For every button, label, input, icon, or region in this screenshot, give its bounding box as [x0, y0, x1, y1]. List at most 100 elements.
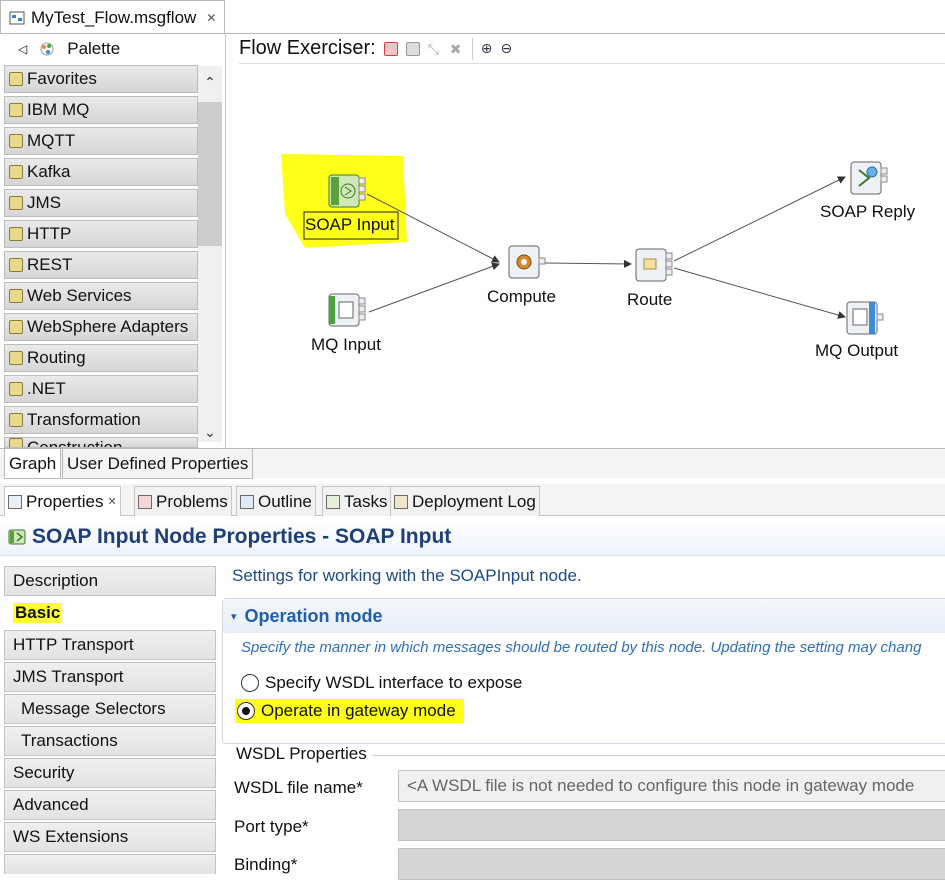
palette-label: Palette: [67, 39, 121, 58]
zoom-in-icon[interactable]: ⊕: [481, 40, 493, 57]
mq-input-node-icon: [328, 293, 366, 327]
toolbar-separator: [471, 37, 473, 60]
flow-diagram: [281, 154, 888, 335]
drawer-http[interactable]: HTTP: [4, 220, 198, 248]
nav-label: WS Extensions: [13, 827, 129, 846]
folder-icon: [9, 134, 23, 148]
drawer-label: HTTP: [27, 224, 72, 243]
binding-field[interactable]: [398, 848, 945, 880]
drawer-rest[interactable]: REST: [4, 251, 198, 279]
drawer-mqtt[interactable]: MQTT: [4, 127, 198, 155]
scroll-down-icon[interactable]: ⌄: [202, 424, 218, 440]
folder-icon: [9, 351, 23, 365]
drawer-jms[interactable]: JMS: [4, 189, 198, 217]
editor-bottom-tabs: Graph User Defined Properties: [0, 448, 945, 479]
tab-outline[interactable]: Outline: [236, 486, 316, 516]
drawer-label: IBM MQ: [27, 100, 90, 119]
flow-exerciser-toolbar: Flow Exerciser: ⤡ ✖ ⊕ ⊖: [239, 34, 945, 64]
tab-problems[interactable]: Problems: [134, 486, 232, 516]
drawer-kafka[interactable]: Kafka: [4, 158, 198, 186]
radio-gateway-mode[interactable]: Operate in gateway mode: [235, 699, 464, 723]
close-icon[interactable]: ✕: [206, 11, 216, 25]
soap-input-node-icon: [8, 529, 26, 544]
tab-user-defined-properties[interactable]: User Defined Properties: [62, 449, 254, 479]
drawer-dotnet[interactable]: .NET: [4, 375, 198, 403]
properties-title: SOAP Input Node Properties - SOAP Input: [0, 518, 945, 556]
wsdl-file-placeholder: <A WSDL file is not needed to configure …: [407, 776, 915, 795]
close-icon[interactable]: ✕: [107, 495, 116, 508]
tab-tasks[interactable]: Tasks: [322, 486, 392, 516]
folder-icon: [9, 320, 23, 334]
zoom-out-icon[interactable]: ⊖: [500, 40, 512, 57]
nav-message-selectors[interactable]: Message Selectors: [4, 694, 216, 724]
chevron-down-icon[interactable]: ▾: [231, 610, 237, 623]
radio-label: Operate in gateway mode: [261, 701, 456, 720]
route-node-label[interactable]: Route: [627, 290, 672, 310]
problems-icon: [138, 494, 152, 509]
nav-transactions[interactable]: Transactions: [4, 726, 216, 756]
operation-mode-header[interactable]: ▾ Operation mode: [223, 599, 945, 633]
operation-mode-heading: Operation mode: [244, 605, 383, 626]
scroll-thumb[interactable]: [198, 102, 222, 246]
compute-node-label[interactable]: Compute: [487, 287, 556, 307]
drawer-label: REST: [27, 255, 73, 274]
port-type-field[interactable]: [398, 809, 945, 841]
radio-label: Specify WSDL interface to expose: [265, 673, 523, 692]
drawer-label: Routing: [27, 348, 86, 367]
editor-tab[interactable]: MyTest_Flow.msgflow ✕: [0, 0, 225, 34]
drawer-ibm-mq[interactable]: IBM MQ: [4, 96, 198, 124]
radio-button[interactable]: [241, 674, 259, 692]
operation-mode-section: ▾ Operation mode Specify the manner in w…: [222, 598, 945, 744]
send-message-icon[interactable]: ⤡: [428, 42, 442, 56]
properties-body: Settings for working with the SOAPInput …: [218, 556, 945, 880]
folder-icon: [9, 413, 23, 427]
folder-icon: [9, 258, 23, 272]
drawer-routing[interactable]: Routing: [4, 344, 198, 372]
nav-label: Basic: [13, 603, 63, 623]
operation-mode-hint: Specify the manner in which messages sho…: [241, 639, 922, 656]
drawer-transformation[interactable]: Transformation: [4, 406, 198, 434]
compute-node-icon: [508, 245, 546, 279]
folder-icon: [9, 165, 23, 179]
palette-scrollbar[interactable]: ⌃ ⌄: [198, 66, 222, 442]
group-divider: [372, 755, 945, 756]
tab-graph[interactable]: Graph: [4, 449, 62, 479]
palette: ◁ Palette Favorites IBM MQ MQTT Kafka JM…: [0, 34, 226, 448]
nav-ws-extensions[interactable]: WS Extensions: [4, 822, 216, 852]
record-icon[interactable]: [383, 41, 398, 56]
collapse-arrow-icon[interactable]: ◁: [18, 42, 27, 56]
nav-label: Security: [13, 763, 75, 782]
folder-icon: [9, 227, 23, 241]
radio-specify-wsdl[interactable]: Specify WSDL interface to expose: [241, 673, 522, 693]
nav-basic[interactable]: Basic: [4, 598, 216, 628]
nav-advanced[interactable]: Advanced: [4, 790, 216, 820]
drawer-construction[interactable]: Construction: [4, 437, 198, 448]
tab-deployment-log[interactable]: Deployment Log: [390, 486, 540, 516]
folder-icon: [9, 438, 23, 447]
properties-icon: [8, 494, 22, 509]
radio-button[interactable]: [237, 702, 255, 720]
folder-icon: [9, 72, 23, 86]
drawer-favorites[interactable]: Favorites: [4, 65, 198, 93]
scroll-up-icon[interactable]: ⌃: [202, 74, 218, 90]
flow-canvas[interactable]: Flow Exerciser: ⤡ ✖ ⊕ ⊖ SOAP Input MQ In…: [227, 34, 945, 448]
view-messages-icon[interactable]: [405, 41, 420, 56]
tab-properties[interactable]: Properties ✕: [4, 486, 121, 516]
mq-output-node-icon: [846, 301, 884, 335]
wsdl-properties-legend: WSDL Properties: [234, 744, 369, 764]
nav-description[interactable]: Description: [4, 566, 216, 596]
drawer-label: Kafka: [27, 162, 71, 181]
nav-http-transport[interactable]: HTTP Transport: [4, 630, 216, 660]
connection: [673, 267, 846, 319]
mq-input-node-label[interactable]: MQ Input: [311, 335, 381, 355]
drawer-websphere-adapters[interactable]: WebSphere Adapters: [4, 313, 198, 341]
wsdl-file-field[interactable]: <A WSDL file is not needed to configure …: [398, 770, 945, 802]
soap-input-node-label[interactable]: SOAP Input: [305, 215, 394, 235]
mq-output-node-label[interactable]: MQ Output: [815, 341, 898, 361]
drawer-web-services[interactable]: Web Services: [4, 282, 198, 310]
nav-security[interactable]: Security: [4, 758, 216, 788]
stop-icon[interactable]: ✖: [450, 42, 464, 56]
settings-description: Settings for working with the SOAPInput …: [232, 566, 582, 585]
soap-reply-node-label[interactable]: SOAP Reply: [820, 202, 915, 222]
nav-jms-transport[interactable]: JMS Transport: [4, 662, 216, 692]
